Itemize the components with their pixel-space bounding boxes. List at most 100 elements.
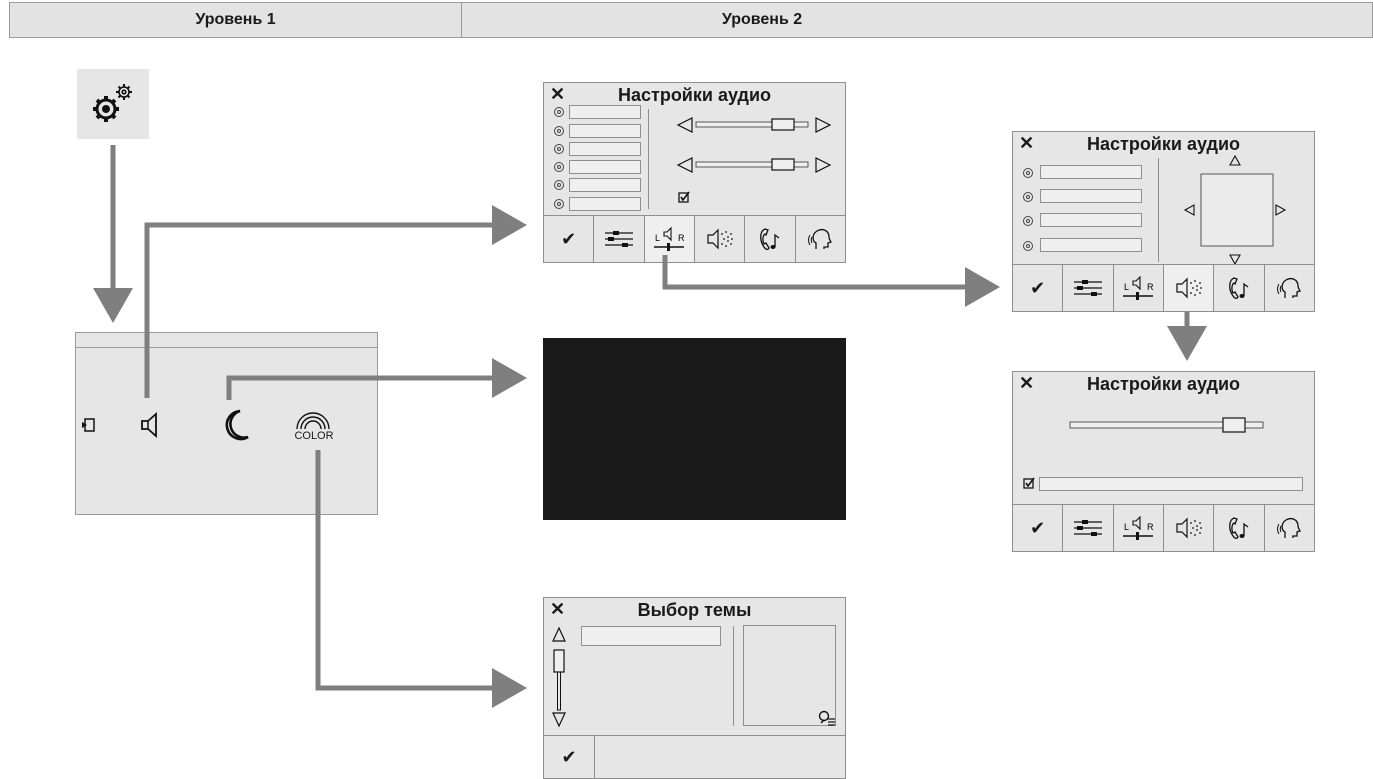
audio-settings-panel-3: ✕ Настройки аудио ✔ LR [1012, 371, 1315, 552]
settings-tile[interactable] [77, 69, 149, 139]
speaker-icon[interactable] [138, 411, 166, 439]
color-label: COLOR [294, 430, 334, 442]
rainbow-color-icon[interactable] [294, 407, 332, 429]
dark-screen [543, 338, 846, 520]
exit-icon[interactable] [80, 417, 96, 433]
scrollbar[interactable] [551, 626, 567, 728]
list-field[interactable] [1040, 189, 1142, 203]
theme-list-item[interactable] [581, 626, 721, 646]
equalizer-icon [1073, 280, 1102, 296]
tab-confirm[interactable]: ✔ [544, 736, 595, 778]
radio-option[interactable] [554, 126, 564, 136]
audio-settings-panel-2: ✕ Настройки аудио ✔ LR [1012, 131, 1315, 312]
list-field[interactable] [569, 178, 641, 192]
tab-balance[interactable]: LR [644, 216, 695, 262]
tab-bar: ✔ LR [544, 215, 845, 262]
surround-speaker-icon [707, 228, 733, 250]
tab-balance[interactable]: LR [1114, 505, 1164, 551]
panel-title: Настройки аудио [1086, 134, 1241, 154]
surround-speaker-icon [1176, 277, 1202, 299]
volume-slider[interactable] [1069, 416, 1265, 434]
tab-confirm[interactable]: ✔ [1013, 505, 1064, 551]
tab-voice[interactable] [1265, 505, 1314, 551]
tab-empty [595, 736, 845, 778]
equalizer-icon [1073, 520, 1102, 536]
list-field[interactable] [1040, 213, 1142, 227]
tab-equalizer[interactable] [594, 216, 645, 262]
equalizer-icon [604, 231, 633, 247]
menu-top-bar [76, 333, 377, 348]
divider [648, 109, 649, 209]
moon-icon[interactable] [218, 407, 252, 443]
surround-speaker-icon [1176, 517, 1202, 539]
voice-icon [808, 229, 833, 249]
fader-balance-control[interactable] [1183, 154, 1287, 266]
list-field[interactable] [569, 124, 641, 138]
tab-surround[interactable] [1164, 505, 1215, 551]
list-field[interactable] [569, 197, 641, 211]
checkbox-icon[interactable] [1023, 477, 1035, 489]
level-1-label: Уровень 1 [10, 3, 462, 37]
tab-surround[interactable] [1163, 265, 1215, 311]
radio-option[interactable] [1023, 241, 1033, 251]
list-field[interactable] [569, 160, 641, 174]
list-field[interactable] [569, 142, 641, 156]
level-header: Уровень 1 Уровень 2 [9, 2, 1373, 38]
list-field[interactable] [569, 105, 641, 119]
radio-option[interactable] [1023, 192, 1033, 202]
phone-music-icon [1229, 517, 1249, 540]
check-icon: ✔ [561, 746, 577, 767]
preview-icon[interactable] [818, 710, 836, 726]
svg-text:L: L [1124, 282, 1129, 292]
main-menu-panel: COLOR [75, 332, 378, 515]
tab-surround[interactable] [695, 216, 746, 262]
radio-option[interactable] [1023, 168, 1033, 178]
tab-voice[interactable] [796, 216, 845, 262]
settings-gears-icon [93, 84, 132, 122]
slider-1[interactable] [676, 116, 832, 134]
phone-music-icon [760, 228, 780, 251]
list-field[interactable] [1040, 165, 1142, 179]
check-icon: ✔ [561, 228, 577, 249]
radio-option[interactable] [554, 162, 564, 172]
tab-confirm[interactable]: ✔ [544, 216, 595, 262]
tab-bar: ✔ LR [1013, 504, 1314, 551]
panel-title: Настройки аудио [1086, 374, 1241, 394]
tab-phone-music[interactable] [1214, 265, 1265, 311]
checkbox-icon[interactable] [678, 191, 690, 203]
voice-icon [1277, 518, 1302, 538]
radio-option[interactable] [1023, 216, 1033, 226]
svg-text:L: L [655, 233, 660, 243]
tab-phone-music[interactable] [1214, 505, 1265, 551]
balance-lr-icon: LR [1123, 515, 1154, 540]
option-field[interactable] [1039, 477, 1303, 491]
tab-equalizer[interactable] [1063, 505, 1114, 551]
radio-option[interactable] [554, 144, 564, 154]
radio-option[interactable] [554, 180, 564, 190]
list-field[interactable] [1040, 238, 1142, 252]
svg-text:R: R [1147, 522, 1154, 532]
level-2-label: Уровень 2 [721, 11, 803, 28]
tab-voice[interactable] [1265, 265, 1314, 311]
tab-phone-music[interactable] [745, 216, 796, 262]
svg-text:R: R [678, 233, 685, 243]
balance-lr-icon: LR [1123, 275, 1154, 300]
audio-settings-panel-1: ✕ Настройки аудио ✔ LR [543, 82, 846, 263]
divider [1158, 158, 1159, 262]
check-icon: ✔ [1030, 517, 1046, 538]
divider [733, 626, 734, 726]
radio-option[interactable] [554, 199, 564, 209]
radio-option[interactable] [554, 107, 564, 117]
slider-2[interactable] [676, 156, 832, 174]
check-icon: ✔ [1030, 277, 1046, 298]
tab-confirm[interactable]: ✔ [1013, 265, 1064, 311]
theme-selection-panel: ✕ Выбор темы ✔ [543, 597, 846, 779]
tab-balance[interactable]: LR [1114, 265, 1164, 311]
svg-text:L: L [1124, 522, 1129, 532]
phone-music-icon [1229, 277, 1249, 300]
panel-title: Выбор темы [637, 600, 752, 620]
voice-icon [1277, 278, 1302, 298]
svg-text:R: R [1147, 282, 1154, 292]
tab-bar: ✔ [544, 735, 845, 778]
tab-equalizer[interactable] [1063, 265, 1114, 311]
